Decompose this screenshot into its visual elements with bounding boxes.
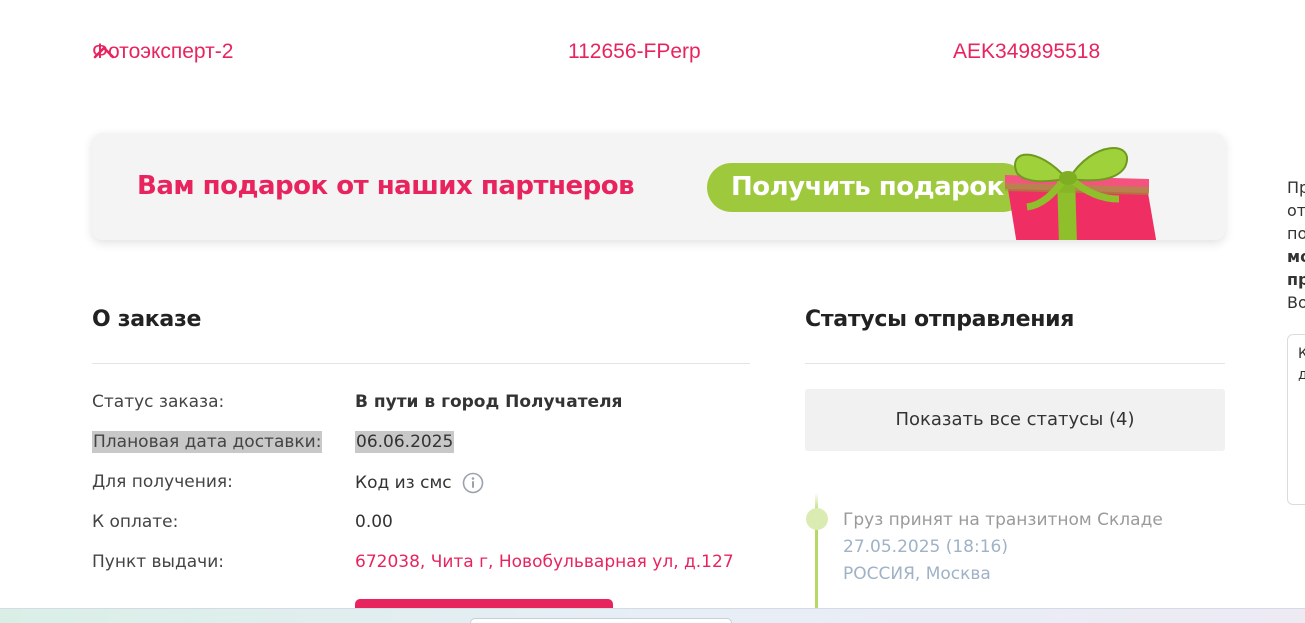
order-status-label: Статус заказа: <box>92 392 225 412</box>
delivery-date-value: 06.06.2025 <box>355 431 455 453</box>
side-panel-line: мо <box>1287 247 1305 266</box>
side-panel-line: Пр <box>1287 178 1305 197</box>
order-header-row[interactable]: Фотоэксперт-2 112656-FPerp AEK349895518 <box>92 40 1212 70</box>
side-panel-box[interactable]: К д <box>1287 334 1305 505</box>
side-box-line: К <box>1298 346 1305 362</box>
side-panel-line: от <box>1287 201 1305 220</box>
gift-banner: Вам подарок от наших партнеров Получить … <box>92 133 1225 240</box>
bottom-pill-control[interactable] <box>470 618 732 623</box>
delivery-date-label: Плановая дата доставки: <box>92 431 323 453</box>
order-divider <box>92 363 750 364</box>
show-all-statuses-button[interactable]: Показать все статусы (4) <box>805 389 1225 451</box>
receipt-method-label: Для получения: <box>92 472 233 492</box>
order-section-title: О заказе <box>92 307 202 332</box>
delivery-date-row: Плановая дата доставки: 06.06.2025 <box>92 431 752 457</box>
gift-box-icon <box>997 135 1167 240</box>
statuses-divider <box>805 363 1225 364</box>
payment-row: К оплате: 0.00 <box>92 512 752 538</box>
payment-value: 0.00 <box>355 512 393 532</box>
get-gift-button[interactable]: Получить подарок <box>707 163 1027 212</box>
order-status-row: Статус заказа: В пути в город Получателя <box>92 392 752 418</box>
company-name: Фотоэксперт-2 <box>92 40 234 63</box>
info-icon[interactable] <box>462 472 484 494</box>
receipt-method-value-wrap: Код из смс <box>355 472 484 494</box>
order-status-value: В пути в город Получателя <box>355 392 623 412</box>
statuses-section-title: Статусы отправления <box>805 307 1075 332</box>
timeline-event-place: РОССИЯ, Москва <box>843 564 991 584</box>
side-panel-line: Во <box>1287 293 1305 312</box>
timeline-event-datetime: 27.05.2025 (18:16) <box>843 537 1008 557</box>
side-box-line: д <box>1298 367 1305 383</box>
side-panel-line: пр <box>1287 270 1305 289</box>
payment-label: К оплате: <box>92 512 179 532</box>
pickup-point-link[interactable]: 672038, Чита г, Новобульварная ул, д.127 <box>355 552 734 572</box>
pickup-point-label: Пункт выдачи: <box>92 552 224 572</box>
timeline-event-title: Груз принят на транзитном Складе <box>843 510 1163 530</box>
banner-title: Вам подарок от наших партнеров <box>137 171 635 201</box>
tracking-number: AEK349895518 <box>953 40 1101 63</box>
timeline-dot <box>806 508 828 530</box>
receipt-method-value: Код из смс <box>355 473 452 493</box>
side-panel-line: по <box>1287 224 1305 243</box>
invoice-number: 112656-FPerp <box>568 40 701 63</box>
pickup-point-row: Пункт выдачи: 672038, Чита г, Новобульва… <box>92 552 752 578</box>
receipt-method-row: Для получения: Код из смс <box>92 472 752 498</box>
